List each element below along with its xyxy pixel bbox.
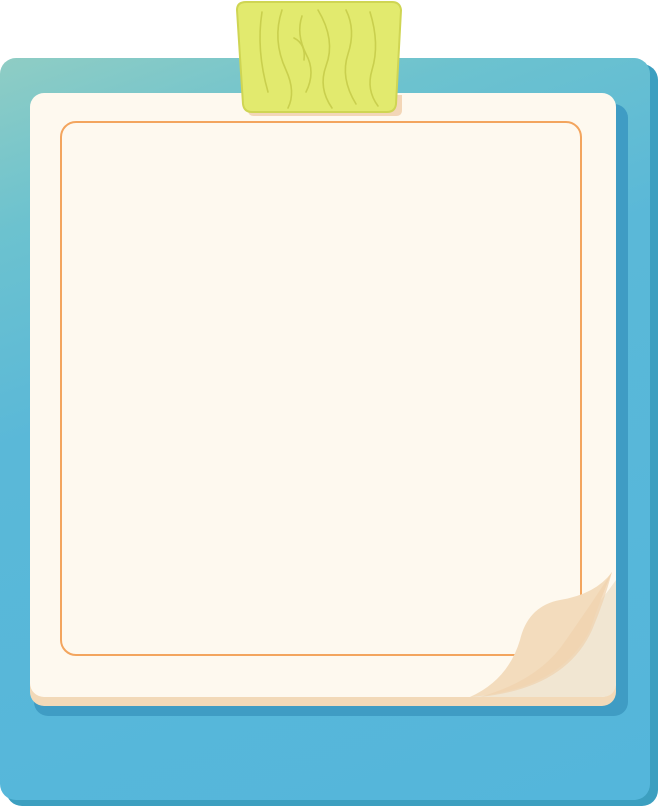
paper-frame-border (60, 121, 582, 656)
clipboard-illustration (0, 0, 658, 806)
